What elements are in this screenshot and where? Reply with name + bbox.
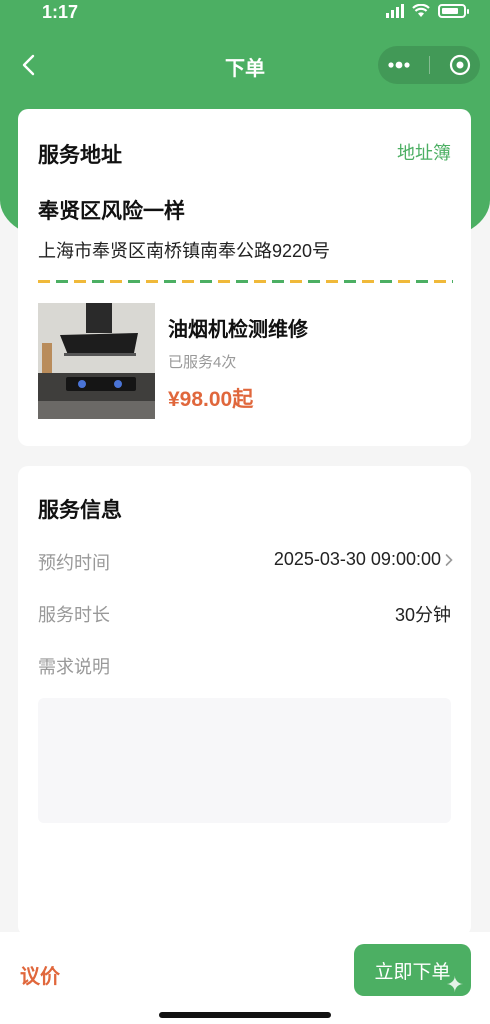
- capsule-divider: [429, 56, 431, 74]
- bargain-button[interactable]: 议价: [20, 960, 60, 989]
- product-name: 油烟机检测维修: [168, 319, 308, 341]
- appointment-time-label: 预约时间: [38, 553, 110, 573]
- appointment-time-value[interactable]: 2025-03-30 09:00:00: [274, 549, 453, 570]
- battery-icon: [438, 4, 469, 18]
- sparkle-icon: ✦: [445, 972, 464, 997]
- miniapp-capsule: [378, 46, 480, 84]
- address-section-title: 服务地址: [38, 144, 122, 167]
- bottom-action-bar: 议价 立即下单 ✦: [0, 932, 490, 1024]
- service-duration-label: 服务时长: [38, 605, 110, 625]
- requirement-label: 需求说明: [38, 657, 110, 677]
- close-miniapp-icon[interactable]: [449, 54, 471, 76]
- appointment-time-text: 2025-03-30 09:00:00: [273, 549, 441, 569]
- address-name[interactable]: 奉贤区风险一样: [38, 195, 185, 225]
- more-icon[interactable]: [387, 61, 411, 69]
- wifi-icon: [412, 4, 430, 17]
- dashed-divider: [38, 280, 453, 283]
- home-indicator: [159, 1012, 331, 1018]
- product-image: [38, 303, 155, 419]
- place-order-label: 立即下单: [374, 961, 451, 983]
- product-served-count: 已服务4次: [168, 354, 237, 371]
- address-card: 服务地址 地址簿 奉贤区风险一样 上海市奉贤区南桥镇南奉公路9220号 油烟机检…: [18, 109, 471, 446]
- service-section-title: 服务信息: [38, 499, 122, 522]
- address-book-link[interactable]: 地址簿: [397, 139, 451, 165]
- status-time: 1:17: [42, 2, 79, 22]
- signal-icon: [386, 4, 404, 18]
- service-duration-value: 30分钟: [394, 605, 451, 625]
- chevron-right-icon: [445, 553, 453, 566]
- address-detail[interactable]: 上海市奉贤区南桥镇南奉公路9220号: [38, 237, 330, 263]
- nav-bar: 下单: [0, 40, 490, 90]
- status-bar: 1:17: [0, 0, 490, 26]
- requirement-textarea[interactable]: [38, 698, 451, 823]
- status-icons: [386, 4, 469, 18]
- range-hood-illustration: [38, 303, 155, 419]
- product-price: ¥98.00起: [168, 388, 254, 411]
- service-info-card: 服务信息 预约时间 2025-03-30 09:00:00 服务时长 30分钟 …: [18, 466, 471, 936]
